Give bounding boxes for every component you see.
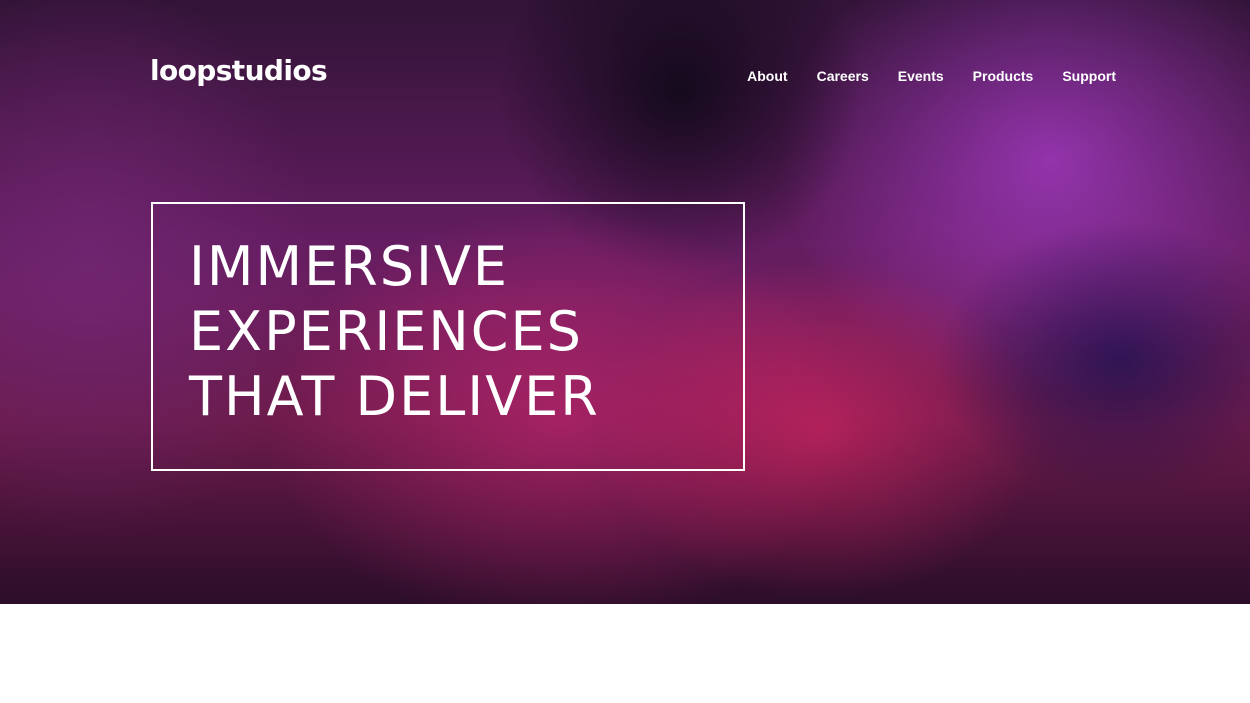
headline-box: IMMERSIVE EXPERIENCES THAT DELIVER <box>151 202 745 471</box>
content-section <box>0 604 1250 703</box>
logo[interactable]: loopstudios <box>150 54 328 87</box>
page: loopstudios About Careers Events Product… <box>0 0 1250 703</box>
nav-link-events[interactable]: Events <box>898 68 944 84</box>
headline-line-1: IMMERSIVE <box>189 235 510 298</box>
nav-link-about[interactable]: About <box>747 68 787 84</box>
nav-link-support[interactable]: Support <box>1062 68 1116 84</box>
nav-link-careers[interactable]: Careers <box>817 68 869 84</box>
nav-link-products[interactable]: Products <box>973 68 1034 84</box>
headline-line-2: EXPERIENCES <box>189 300 583 363</box>
hero-section: loopstudios About Careers Events Product… <box>0 0 1250 604</box>
main-nav: About Careers Events Products Support <box>747 68 1116 84</box>
headline-line-3: THAT DELIVER <box>189 365 600 428</box>
